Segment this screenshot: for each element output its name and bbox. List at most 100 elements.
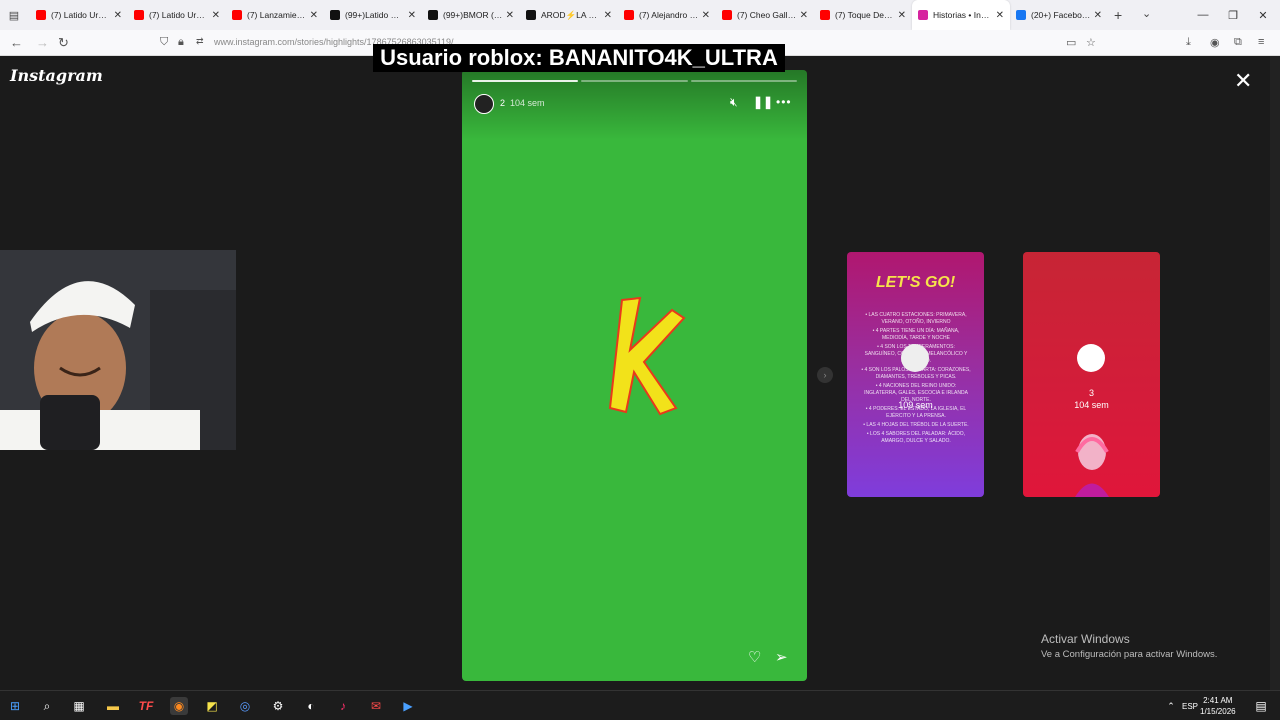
tray-chevron-icon[interactable]: ⌃ [1162,697,1180,715]
minimize-button[interactable]: — [1188,0,1218,30]
browser-tab[interactable]: (99+)Latido Urba ✕ [324,0,422,30]
headphones-girl-illustration [1075,434,1109,497]
close-tab-icon[interactable]: ✕ [408,10,416,21]
youtube-icon [820,10,830,20]
browser-tab[interactable]: (7) Toque De Qu ✕ [814,0,912,30]
extensions-icon[interactable]: ⧉ [1234,36,1242,49]
story-avatar[interactable] [474,94,494,114]
steam-icon[interactable]: ⚙ [269,697,287,715]
story-card[interactable]: 2 104 sem 🔇︎ ❚❚ ••• K ♡ ➢ [462,70,807,681]
pause-icon[interactable]: ❚❚ [753,95,773,109]
tab-label: (7) Lanzamiento [247,10,307,20]
preview-username: 3 [1088,388,1094,398]
chevron-down-icon[interactable]: ⌄ [1142,7,1151,20]
forward-arrow-icon[interactable]: → [36,35,49,50]
close-tab-icon[interactable]: ✕ [506,10,514,21]
search-icon[interactable]: ⌕ [38,697,56,715]
tiktok-app-icon[interactable]: ♪ [334,697,352,715]
youtube-icon [232,10,242,20]
bookmark-star-icon[interactable]: ☆ [1086,36,1096,49]
back-arrow-icon[interactable]: ← [10,35,23,50]
reader-view-icon[interactable]: ▭ [1066,36,1076,49]
windows-start-icon[interactable]: ⊞ [6,697,24,715]
menu-icon[interactable]: ≡ [1258,36,1264,48]
tab-label: (7) Cheo Gallego [737,10,797,20]
close-tab-icon[interactable]: ✕ [898,10,906,21]
file-explorer-icon[interactable]: ▬ [104,697,122,715]
tiktok-icon [428,10,438,20]
permissions-icon[interactable]: ⇄ [196,36,204,47]
close-tab-icon[interactable]: ✕ [996,10,1004,21]
clock-date: 1/15/2026 [1200,707,1236,716]
firefox-icon[interactable]: ◉ [170,697,188,715]
preview-line: • LAS CUATRO ESTACIONES: PRIMAVERA, VERA… [865,312,967,325]
windows-activation-watermark: Activar Windows Ve a Configuración para … [1041,632,1217,660]
close-icon[interactable]: ✕ [1234,68,1252,94]
progress-segment [472,80,579,82]
close-tab-icon[interactable]: ✕ [1094,10,1102,21]
windows-taskbar: ⊞ ⌕ ▦ ▬ TF ◉ ◩ ◎ ⚙ ◐ ♪ ✉ ▶ ⌃ ESP 2:41 AM… [0,690,1280,720]
close-tab-icon[interactable]: ✕ [212,10,220,21]
activation-subtitle: Ve a Configuración para activar Windows. [1041,649,1218,660]
app-blue-icon[interactable]: ▶ [399,697,417,715]
tabs: (7) Latido Urban ✕ (7) Latido Urban ✕ (7) La… [30,0,1108,30]
browser-tab[interactable]: (7) Alejandro Sar ✕ [618,0,716,30]
browser-tab[interactable]: AROD⚡LA COR✕ [520,0,618,30]
obs-icon[interactable]: ◐ [302,697,320,715]
close-tab-icon[interactable]: ✕ [310,10,318,21]
story-preview[interactable]: LET'S GO! • LAS CUATRO ESTACIONES: PRIMA… [847,252,984,497]
instagram-logo[interactable]: Instagram [10,66,103,85]
tab-label: (20+) Facebook [1031,10,1091,20]
restore-button[interactable]: ❐ [1218,0,1248,30]
preview-avatar [901,344,929,372]
story-time: 104 sem [510,98,545,108]
close-tab-icon[interactable]: ✕ [114,10,122,21]
lock-icon[interactable]: 🔒︎ [178,36,184,49]
app-tf-icon[interactable]: TF [137,697,155,715]
tab-label: AROD⚡LA COR [541,9,601,20]
preview-line: • LAS 4 HOJAS DEL TRÉBOL DE LA SUERTE. [863,422,969,428]
send-icon[interactable]: ➢ [775,648,788,666]
mute-icon[interactable]: 🔇︎ [730,95,738,110]
browser-tab[interactable]: (7) Latido Urban ✕ [128,0,226,30]
preview-text: • LAS CUATRO ESTACIONES: PRIMAVERA, VERA… [861,312,971,447]
shield-icon[interactable]: ⛉ [160,36,168,49]
close-tab-icon[interactable]: ✕ [604,10,612,21]
chrome-icon[interactable]: ◎ [236,697,254,715]
facebook-icon [1016,10,1026,20]
progress-segment [581,80,688,82]
reload-icon[interactable]: ↻ [58,35,69,51]
story-username[interactable]: 2 [500,98,505,108]
download-icon[interactable]: ⤓ [1186,36,1191,49]
language-indicator[interactable]: ESP [1182,702,1198,711]
task-view-icon[interactable]: ▦ [70,697,88,715]
story-preview[interactable]: 3 104 sem [1023,252,1160,497]
close-window-button[interactable]: ✕ [1248,0,1278,30]
preview-avatar [1077,344,1105,372]
clock[interactable]: 2:41 AM 1/15/2026 [1200,695,1236,717]
activation-title: Activar Windows [1041,632,1130,646]
account-icon[interactable]: ◉ [1210,36,1220,49]
sticky-app-icon[interactable]: ◩ [203,697,221,715]
next-story-arrow-icon[interactable]: › [817,367,833,383]
more-options-icon[interactable]: ••• [776,95,792,109]
webcam-overlay [0,250,236,450]
browser-tab[interactable]: (20+) Facebook ✕ [1010,0,1108,30]
close-tab-icon[interactable]: ✕ [800,10,808,21]
browser-tab[interactable]: (7) Lanzamiento ✕ [226,0,324,30]
youtube-icon [36,10,46,20]
scrollbar[interactable] [1270,56,1280,690]
notifications-icon[interactable]: ▤ [1252,697,1270,715]
browser-tab[interactable]: (99+)BMOR (@b ✕ [422,0,520,30]
browser-tab[interactable]: Historias • Instag ✕ [912,0,1010,30]
close-tab-icon[interactable]: ✕ [702,10,710,21]
tab-list-icon[interactable]: ▤ [4,0,24,30]
browser-tab[interactable]: (7) Latido Urban ✕ [30,0,128,30]
browser-tab[interactable]: (7) Cheo Gallego ✕ [716,0,814,30]
tab-label: (7) Toque De Qu [835,10,895,20]
progress-segment [690,80,797,82]
app-red-icon[interactable]: ✉ [367,697,385,715]
heart-icon[interactable]: ♡ [748,648,761,666]
tab-label: (99+)BMOR (@b [443,10,503,20]
new-tab-button[interactable]: + [1114,7,1122,23]
